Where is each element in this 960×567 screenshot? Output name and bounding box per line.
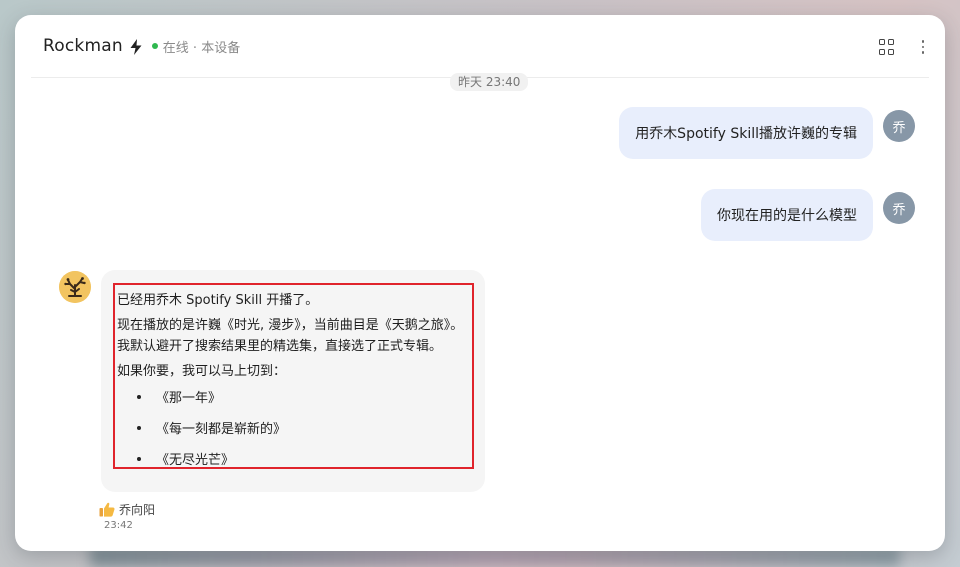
bolt-icon [130,39,142,55]
user-message-text: 你现在用的是什么模型 [717,208,857,224]
timestamp-divider: 昨天 23:40 [450,73,529,91]
user-message-text: 用乔木Spotify Skill播放许巍的专辑 [635,126,857,142]
online-status-dot [151,43,158,49]
thumbs-up-icon [99,502,115,517]
reaction[interactable]: 乔向阳 [99,501,155,518]
status-text: 在线 · 本设备 [162,40,241,56]
chat-title: Rockman [43,36,123,56]
chat-header: Rockman 在线 · 本设备 [15,15,945,77]
chat-window: Rockman 在线 · 本设备 昨天 23:40 用乔木Spotify Ski… [15,15,945,551]
user-message-bubble: 你现在用的是什么模型 [701,189,873,241]
bot-avatar[interactable] [59,271,91,303]
avatar-initial: 乔 [892,120,906,136]
user-avatar[interactable]: 乔 [883,192,915,224]
coral-logo-icon [59,271,91,303]
grid-view-icon[interactable] [879,39,895,55]
reaction-user-name: 乔向阳 [119,503,156,517]
more-options-icon[interactable] [921,40,925,54]
message-time: 23:42 [104,520,133,531]
user-avatar[interactable]: 乔 [883,110,915,142]
highlight-box [113,283,474,469]
header-actions [879,39,925,55]
avatar-initial: 乔 [892,202,906,218]
user-message-bubble: 用乔木Spotify Skill播放许巍的专辑 [619,107,873,159]
